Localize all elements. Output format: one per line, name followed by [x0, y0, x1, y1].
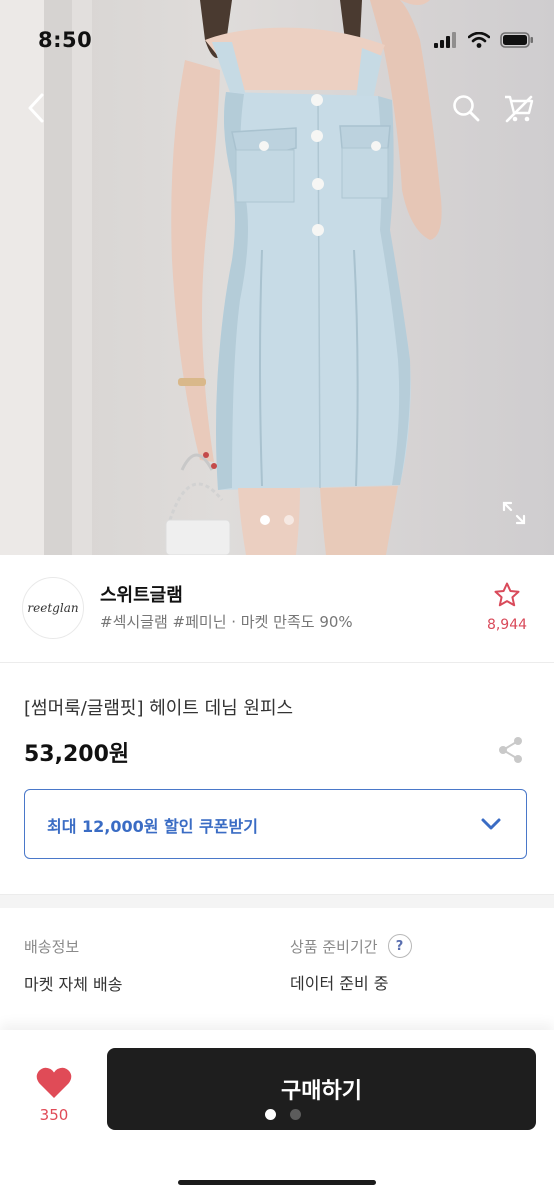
status-bar: 8:50 [0, 0, 554, 84]
carousel-indicator [0, 515, 554, 525]
prep-period-value: 데이터 준비 중 [290, 974, 389, 993]
help-icon[interactable]: ? [387, 934, 412, 958]
cart-button[interactable] [498, 90, 538, 128]
shop-favorite-button[interactable]: 8,944 [482, 581, 532, 633]
shipping-info: 배송정보 마켓 자체 배송 상품 준비기간 ? 데이터 준비 중 [0, 908, 554, 1028]
shop-tags: #섹시글램 #페미닌 · 마켓 만족도 90% [100, 613, 353, 631]
share-button[interactable] [498, 736, 524, 768]
search-button[interactable] [448, 90, 484, 126]
cart-off-icon [505, 95, 534, 123]
product-info: [썸머룩/글램핏] 헤이트 데님 원피스 53,200원 최대 12,000원 … [0, 664, 554, 894]
wifi-icon [468, 32, 490, 48]
star-icon [494, 582, 520, 607]
cellular-signal-icon [434, 32, 456, 48]
product-image-carousel[interactable]: 8:50 [0, 0, 554, 555]
heart-icon [36, 1067, 72, 1098]
chevron-down-icon [481, 818, 501, 830]
status-time: 8:50 [38, 28, 93, 52]
page-indicator [0, 1109, 554, 1120]
status-icons [434, 32, 534, 48]
shop-logo-text: reetglan [27, 601, 79, 615]
shipping-info-value: 마켓 자체 배송 [24, 975, 123, 994]
section-divider [0, 894, 554, 908]
shipping-info-label: 배송정보 [24, 938, 80, 956]
prep-period-label: 상품 준비기간 [290, 937, 378, 956]
preparation-period: 상품 준비기간 ? 데이터 준비 중 [290, 934, 412, 994]
product-title: [썸머룩/글램핏] 헤이트 데님 원피스 [24, 698, 294, 719]
share-icon [499, 737, 522, 763]
shipping-method: 배송정보 마켓 자체 배송 [24, 936, 123, 995]
page-dot-1 [265, 1109, 276, 1120]
carousel-dot-2[interactable] [284, 515, 294, 525]
search-icon [453, 95, 480, 122]
shop-name[interactable]: 스위트글램 [100, 581, 183, 607]
back-button[interactable] [20, 90, 52, 126]
coupon-button[interactable]: 최대 12,000원 할인 쿠폰받기 [24, 789, 527, 859]
shop-info[interactable]: reetglan 스위트글램 #섹시글램 #페미닌 · 마켓 만족도 90% 8… [0, 555, 554, 663]
battery-icon [500, 32, 533, 48]
product-price: 53,200원 [24, 742, 130, 767]
shop-logo[interactable]: reetglan [22, 577, 84, 639]
home-indicator[interactable] [178, 1180, 376, 1185]
favorite-count: 8,944 [486, 617, 528, 633]
back-arrow-icon [28, 93, 44, 123]
bottom-action-bar: 350 구매하기 [0, 1030, 554, 1200]
page-dot-2 [290, 1109, 301, 1120]
carousel-dot-1[interactable] [260, 515, 270, 525]
coupon-label: 최대 12,000원 할인 쿠폰받기 [47, 817, 258, 836]
